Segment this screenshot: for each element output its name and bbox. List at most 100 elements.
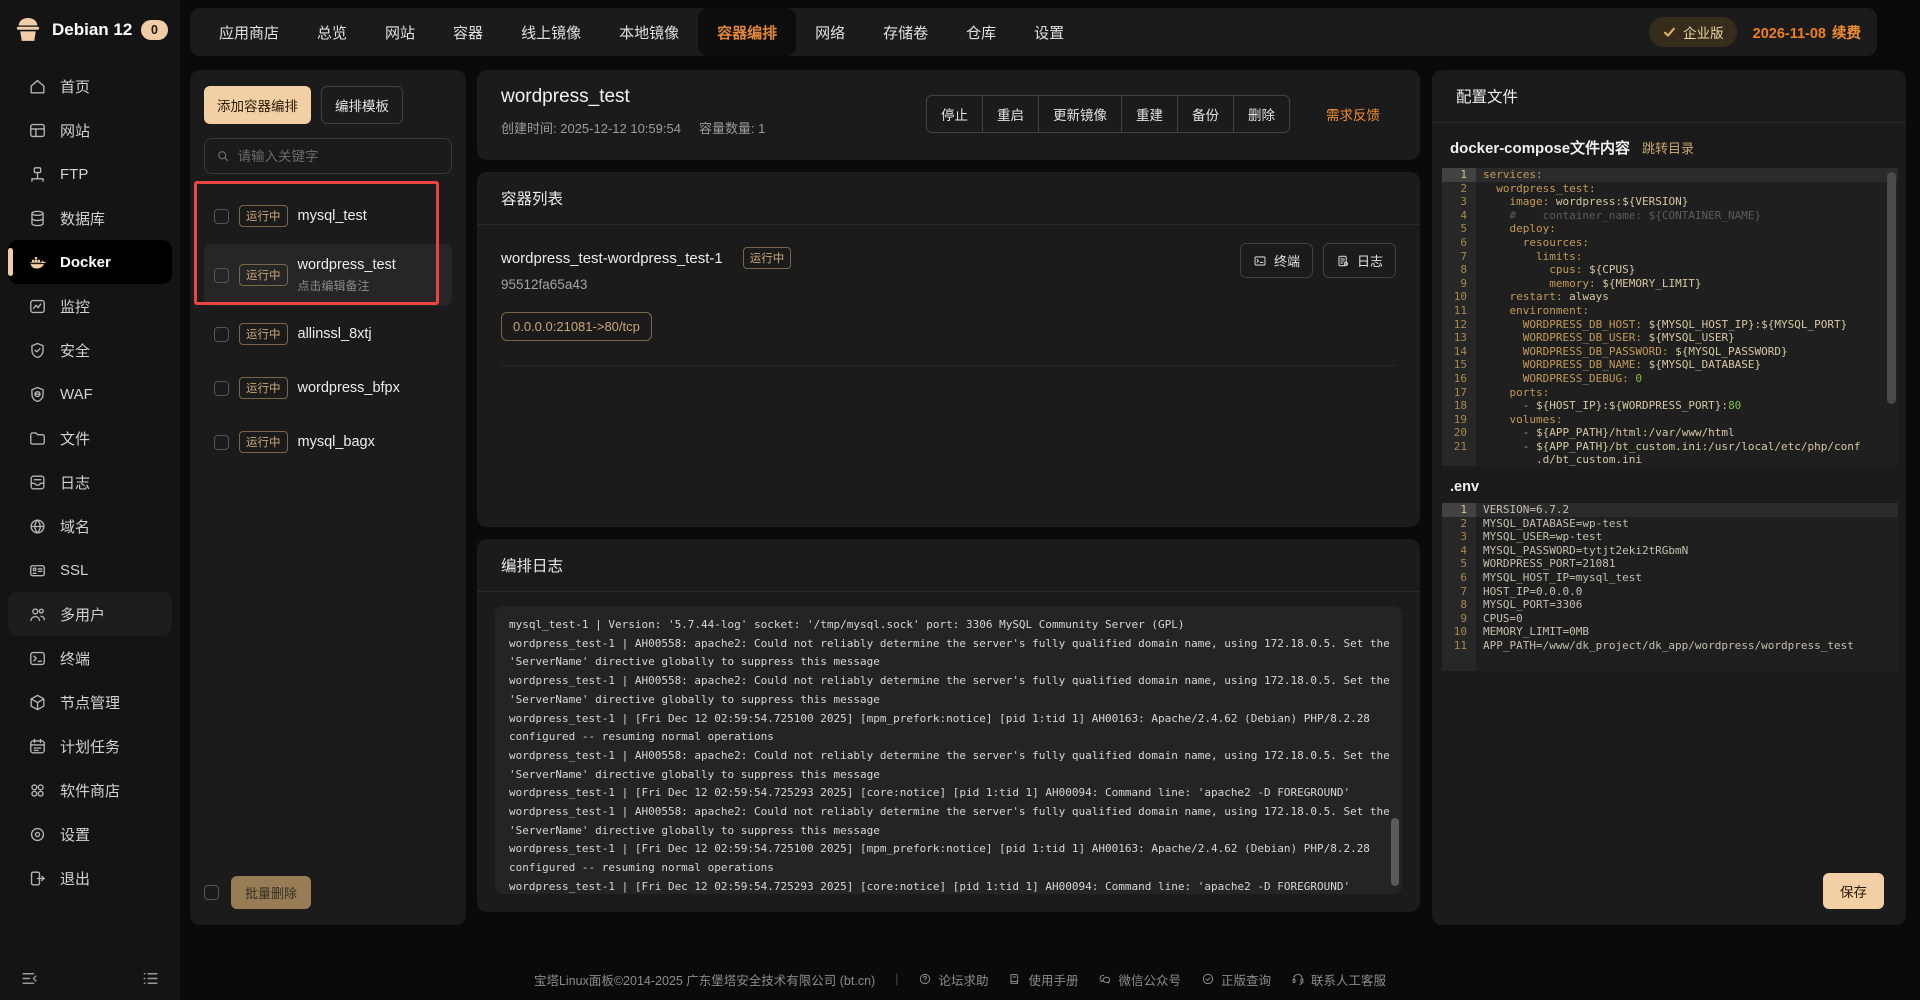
tab-local-image[interactable]: 本地镜像: [600, 8, 698, 56]
tab-remote-image[interactable]: 线上镜像: [502, 8, 600, 56]
jump-to-directory-link[interactable]: 跳转目录: [1642, 138, 1694, 157]
action-button-3[interactable]: 重建: [1121, 95, 1178, 133]
add-compose-button[interactable]: 添加容器编排: [204, 86, 311, 124]
sidebar-item-cron[interactable]: 计划任务: [8, 724, 172, 768]
log-scrollbar-thumb[interactable]: [1391, 818, 1399, 886]
env-editor[interactable]: 1VERSION=6.7.22MYSQL_DATABASE=wp-test3MY…: [1442, 503, 1898, 671]
container-item-divider: [501, 365, 1396, 366]
search-icon: [216, 149, 230, 164]
sidebar-item-ftp[interactable]: FTP: [8, 152, 172, 196]
compose-item-allinssl_8xtj[interactable]: 运行中allinssl_8xtj: [204, 308, 452, 360]
compose-item-mysql_bagx[interactable]: 运行中mysql_bagx: [204, 416, 452, 468]
detail-header-panel: wordpress_test 创建时间: 2025-12-12 10:59:54…: [477, 70, 1420, 160]
editor-scrollbar-thumb[interactable]: [1887, 172, 1896, 404]
tab-overview[interactable]: 总览: [298, 8, 366, 56]
compose-code-line: 3 image: wordpress:${VERSION}: [1442, 195, 1898, 209]
sidebar-item-database[interactable]: 数据库: [8, 196, 172, 240]
compose-code-line: 7 limits:: [1442, 250, 1898, 264]
sidebar-item-files[interactable]: 文件: [8, 416, 172, 460]
tab-compose[interactable]: 容器编排: [698, 8, 796, 56]
line-number: 11: [1442, 304, 1476, 318]
item-checkbox[interactable]: [214, 327, 229, 342]
line-number: 8: [1442, 598, 1476, 612]
sidebar-item-website[interactable]: 网站: [8, 108, 172, 152]
sidebar-item-logs[interactable]: 日志: [8, 460, 172, 504]
action-button-2[interactable]: 更新镜像: [1038, 95, 1122, 133]
sidebar-item-ssl[interactable]: SSL: [8, 548, 172, 592]
save-button[interactable]: 保存: [1823, 873, 1884, 909]
action-button-group: 停止重启更新镜像重建备份删除: [927, 95, 1290, 133]
env-code-line: 9CPUS=0: [1442, 612, 1898, 626]
sidebar-item-logout[interactable]: 退出: [8, 856, 172, 900]
tab-settings[interactable]: 设置: [1015, 8, 1083, 56]
footer-link-genuine[interactable]: 正版查询: [1201, 970, 1271, 989]
monitor-icon: [28, 297, 47, 316]
sidebar-item-label: 文件: [60, 428, 90, 449]
select-all-checkbox[interactable]: [204, 885, 219, 900]
tab-container[interactable]: 容器: [434, 8, 502, 56]
footer-links: 论坛求助 使用手册 微信公众号 正版查询 联系人工客服: [918, 970, 1386, 989]
footer-link-forum[interactable]: 论坛求助: [918, 970, 988, 989]
sidebar-item-label: 域名: [60, 516, 90, 537]
website-icon: [28, 121, 47, 140]
compose-editor[interactable]: 1services:2 wordpress_test:3 image: word…: [1442, 168, 1898, 466]
logo-row: Debian 12 0: [0, 0, 180, 54]
files-icon: [28, 429, 47, 448]
compose-item-wordpress_bfpx[interactable]: 运行中wordpress_bfpx: [204, 362, 452, 414]
compose-code-line: 17 ports:: [1442, 386, 1898, 400]
item-checkbox[interactable]: [214, 209, 229, 224]
tab-website[interactable]: 网站: [366, 8, 434, 56]
menu-list-icon[interactable]: [141, 969, 160, 988]
compose-code-line: 9 memory: ${MEMORY_LIMIT}: [1442, 277, 1898, 291]
sidebar-item-label: 日志: [60, 472, 90, 493]
collapse-sidebar-icon[interactable]: [20, 969, 39, 988]
sidebar-item-label: Docker: [60, 254, 111, 271]
sidebar-item-users[interactable]: 多用户: [8, 592, 172, 636]
feedback-link[interactable]: 需求反馈: [1326, 104, 1380, 124]
item-checkbox[interactable]: [214, 381, 229, 396]
config-panel-title: 配置文件: [1432, 70, 1906, 123]
message-count-badge[interactable]: 0: [141, 20, 168, 40]
log-line: mysql_test-1 | Version: '5.7.44-log' soc…: [509, 616, 1392, 635]
sidebar-item-nodes[interactable]: 节点管理: [8, 680, 172, 724]
action-button-5[interactable]: 删除: [1233, 95, 1290, 133]
terminal-button[interactable]: 终端: [1240, 243, 1313, 278]
port-mapping-badge: 0.0.0.0:21081->80/tcp: [501, 312, 652, 341]
sidebar-item-appstore[interactable]: 软件商店: [8, 768, 172, 812]
sidebar-item-home[interactable]: 首页: [8, 64, 172, 108]
sidebar-item-security[interactable]: 安全: [8, 328, 172, 372]
renew-link[interactable]: 2026-11-08续费: [1753, 22, 1861, 43]
orchestration-log-panel: 编排日志 mysql_test-1 | Version: '5.7.44-log…: [477, 539, 1420, 912]
item-checkbox[interactable]: [214, 268, 229, 283]
footer-link-manual[interactable]: 使用手册: [1008, 970, 1078, 989]
batch-delete-button[interactable]: 批量删除: [231, 876, 311, 909]
action-button-0[interactable]: 停止: [926, 95, 983, 133]
action-button-4[interactable]: 备份: [1177, 95, 1234, 133]
license-badge[interactable]: 企业版: [1649, 17, 1737, 47]
search-input[interactable]: [238, 149, 440, 164]
tab-network[interactable]: 网络: [796, 8, 864, 56]
compose-item-wordpress_test[interactable]: 运行中wordpress_test点击编辑备注: [204, 244, 452, 306]
sidebar-item-settings[interactable]: 设置: [8, 812, 172, 856]
tab-repo[interactable]: 仓库: [947, 8, 1015, 56]
compose-code-line: 2 wordpress_test:: [1442, 182, 1898, 196]
sidebar-item-domain[interactable]: 域名: [8, 504, 172, 548]
action-button-1[interactable]: 重启: [982, 95, 1039, 133]
footer-link-wechat[interactable]: 微信公众号: [1098, 970, 1181, 989]
sidebar-item-label: 监控: [60, 296, 90, 317]
log-output-area[interactable]: mysql_test-1 | Version: '5.7.44-log' soc…: [495, 606, 1402, 894]
compose-template-button[interactable]: 编排模板: [321, 86, 403, 124]
sidebar-item-docker[interactable]: Docker: [8, 240, 172, 284]
sidebar-item-terminal[interactable]: 终端: [8, 636, 172, 680]
container-log-button[interactable]: 日志: [1323, 243, 1396, 278]
line-number: 1: [1442, 168, 1476, 182]
item-checkbox[interactable]: [214, 435, 229, 450]
edit-note-hint[interactable]: 点击编辑备注: [298, 277, 396, 294]
sidebar-item-waf[interactable]: WAF: [8, 372, 172, 416]
sidebar-item-monitor[interactable]: 监控: [8, 284, 172, 328]
footer-link-support[interactable]: 联系人工客服: [1291, 970, 1386, 989]
logout-icon: [28, 869, 47, 888]
tab-volume[interactable]: 存储卷: [864, 8, 947, 56]
tab-appstore[interactable]: 应用商店: [200, 8, 298, 56]
compose-item-mysql_test[interactable]: 运行中mysql_test: [204, 190, 452, 242]
